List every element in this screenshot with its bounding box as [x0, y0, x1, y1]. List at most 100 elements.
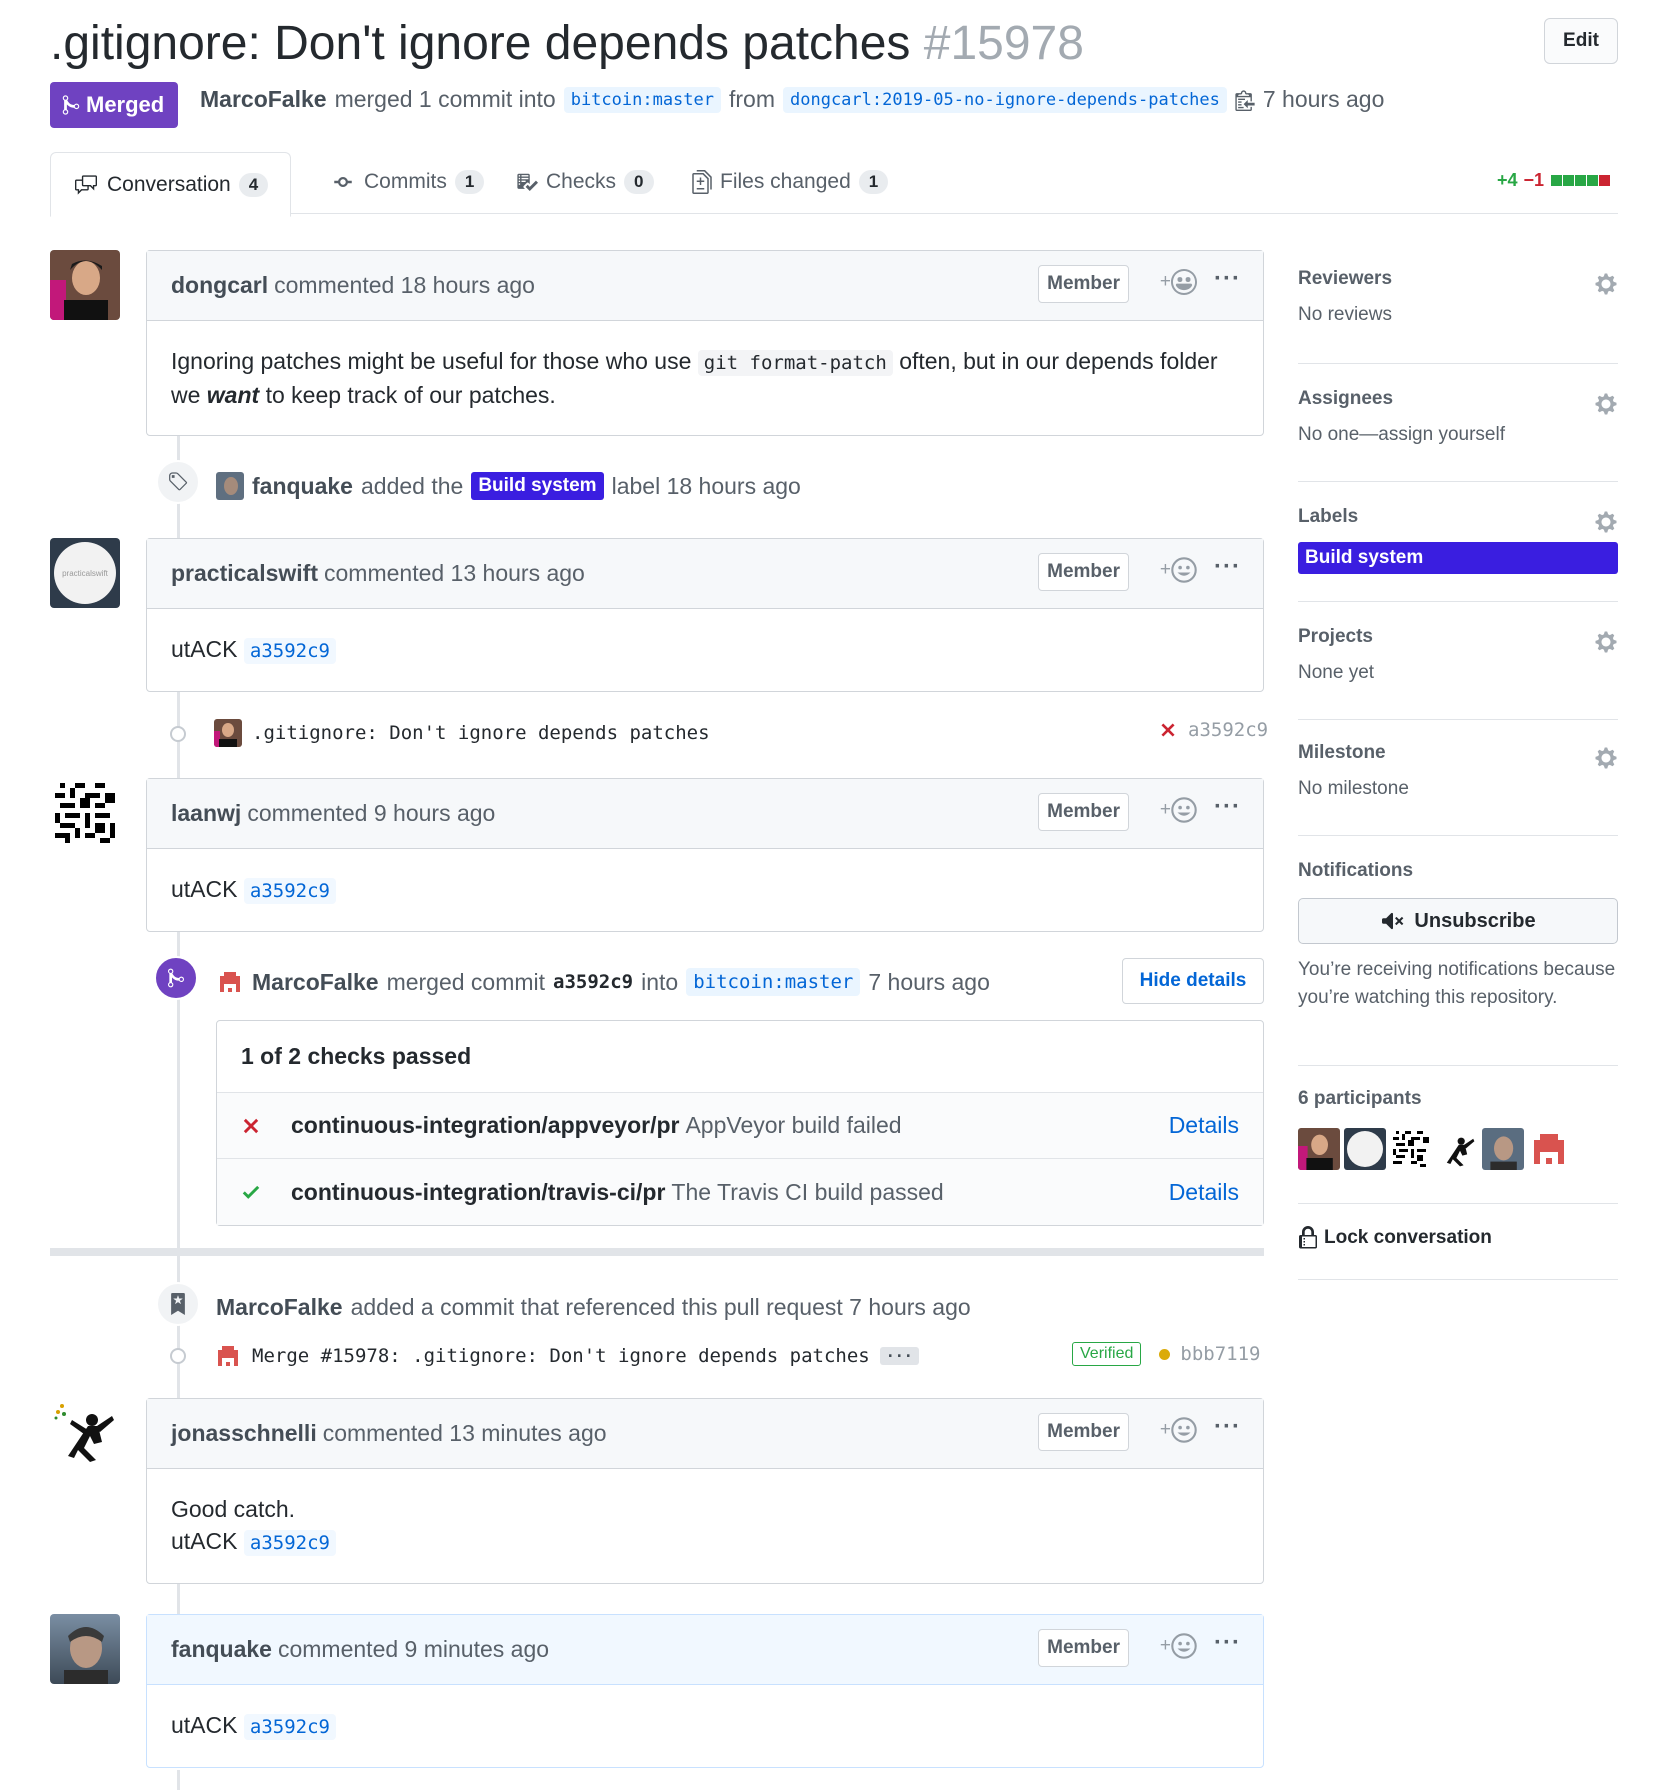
comment-header: dongcarl commented 18 hours ago Member +…	[147, 251, 1263, 321]
gear-icon[interactable]	[1594, 746, 1618, 770]
comment-meta[interactable]: commented 13 minutes ago	[323, 1420, 607, 1447]
event-actor[interactable]: MarcoFalke	[252, 969, 379, 996]
comment-author[interactable]: jonasschnelli	[171, 1420, 317, 1447]
avatar-dongcarl-small[interactable]	[214, 719, 242, 747]
sidebar-labels: Labels Build system	[1298, 506, 1618, 602]
check-details-link[interactable]: Details	[1169, 1179, 1239, 1206]
gear-icon[interactable]	[1594, 392, 1618, 416]
comment-options-button[interactable]: ···	[1214, 1629, 1241, 1657]
comment-options-button[interactable]: ···	[1214, 553, 1241, 581]
clippy-copy-icon[interactable]	[1235, 89, 1255, 111]
tab-count: 1	[454, 170, 485, 194]
gear-icon[interactable]	[1594, 630, 1618, 654]
participant-avatar[interactable]	[1482, 1128, 1524, 1170]
lock-icon	[1299, 1226, 1317, 1249]
comment-options-button[interactable]: ···	[1214, 793, 1241, 821]
comment-meta[interactable]: commented 9 hours ago	[247, 800, 495, 827]
pending-status-dot[interactable]	[1159, 1348, 1171, 1360]
commit-message-link[interactable]: Merge #15978: .gitignore: Don't ignore d…	[252, 1345, 870, 1367]
diffstat-block	[1587, 175, 1598, 186]
pr-title: .gitignore: Don't ignore depends patches…	[50, 16, 1084, 71]
label-build-system[interactable]: Build system	[471, 472, 604, 500]
commit-sha-link[interactable]: a3592c9	[243, 878, 336, 904]
check-details-link[interactable]: Details	[1169, 1112, 1239, 1139]
edit-button[interactable]: Edit	[1544, 18, 1618, 64]
gear-icon[interactable]	[1594, 272, 1618, 296]
add-reaction-button[interactable]: +	[1160, 1417, 1197, 1443]
mute-icon	[1382, 912, 1404, 930]
add-reaction-button[interactable]: +	[1160, 797, 1197, 823]
tab-commits[interactable]: Commits 1	[308, 150, 506, 214]
gear-icon[interactable]	[1594, 510, 1618, 534]
sidebar-title[interactable]: Reviewers	[1298, 268, 1618, 290]
avatar-jonasschnelli[interactable]	[50, 1398, 120, 1468]
body-text: utACK	[171, 876, 238, 902]
verified-badge[interactable]: Verified	[1072, 1342, 1142, 1366]
tab-conversation[interactable]: Conversation 4	[50, 152, 292, 217]
sidebar-participants: 6 participants	[1298, 1088, 1618, 1204]
comment-jonasschnelli: jonasschnelli commented 13 minutes ago M…	[146, 1398, 1264, 1584]
participant-avatar[interactable]	[1344, 1128, 1386, 1170]
sidebar-title[interactable]: Assignees	[1298, 388, 1618, 410]
avatar-fanquake-small[interactable]	[216, 472, 244, 500]
add-reaction-button[interactable]: +	[1160, 1633, 1197, 1659]
tab-count: 1	[858, 170, 889, 194]
event-actor[interactable]: MarcoFalke	[216, 1294, 343, 1321]
tab-files-changed[interactable]: Files changed 1	[670, 150, 910, 214]
add-reaction-button[interactable]: +	[1160, 557, 1197, 583]
sidebar-title[interactable]: Milestone	[1298, 742, 1618, 764]
tab-label: Commits	[364, 170, 447, 193]
commit-sha-link[interactable]: a3592c9	[243, 1714, 336, 1740]
commit-sha[interactable]: bbb7119	[1180, 1343, 1260, 1365]
sidebar-title[interactable]: Labels	[1298, 506, 1618, 528]
hide-details-button[interactable]: Hide details	[1122, 958, 1264, 1004]
label-build-system[interactable]: Build system	[1298, 542, 1618, 574]
commit-sha-link[interactable]: a3592c9	[243, 1530, 336, 1556]
participant-avatar[interactable]	[1436, 1128, 1478, 1170]
comment-meta[interactable]: commented 18 hours ago	[274, 272, 535, 299]
x-fail-icon[interactable]	[1158, 720, 1178, 740]
comment-meta[interactable]: commented 9 minutes ago	[278, 1636, 549, 1663]
check-pass-icon	[242, 1185, 260, 1199]
add-reaction-button[interactable]: +	[1160, 269, 1197, 295]
author-link[interactable]: MarcoFalke	[200, 86, 327, 113]
commit-sha[interactable]: a3592c9	[1188, 719, 1268, 741]
comment-options-button[interactable]: ···	[1214, 265, 1241, 293]
tab-checks[interactable]: Checks 0	[494, 150, 676, 214]
avatar-fanquake[interactable]	[50, 1614, 120, 1684]
head-branch[interactable]: dongcarl:2019-05-no-ignore-depends-patch…	[783, 86, 1227, 113]
assign-yourself-link[interactable]: No one—assign yourself	[1298, 424, 1618, 446]
comment-options-button[interactable]: ···	[1214, 1413, 1241, 1441]
reaction-plus: +	[1159, 1635, 1171, 1656]
diffstat-block	[1575, 175, 1586, 186]
avatar-laanwj[interactable]	[50, 778, 120, 848]
event-time[interactable]: 7 hours ago	[868, 969, 989, 996]
commit-message-link[interactable]: .gitignore: Don't ignore depends patches	[252, 722, 710, 744]
event-actor[interactable]: fanquake	[252, 473, 353, 500]
avatar-dongcarl[interactable]	[50, 250, 120, 320]
avatar-marcofalke-small[interactable]	[216, 968, 244, 996]
comment-author[interactable]: dongcarl	[171, 272, 268, 299]
avatar-practicalswift[interactable]: practicalswift	[50, 538, 120, 608]
comment-meta[interactable]: commented 13 hours ago	[324, 560, 585, 587]
comment-header: jonasschnelli commented 13 minutes ago M…	[147, 1399, 1263, 1469]
base-branch[interactable]: bitcoin:master	[686, 968, 861, 996]
participant-avatar[interactable]	[1390, 1128, 1432, 1170]
avatar-marcofalke-small[interactable]	[214, 1342, 242, 1370]
expand-commit-button[interactable]: ···	[879, 1347, 919, 1365]
comment-author[interactable]: laanwj	[171, 800, 241, 827]
unsubscribe-button[interactable]: Unsubscribe	[1298, 898, 1618, 944]
participant-avatar[interactable]	[1298, 1128, 1340, 1170]
tab-label: Conversation	[107, 172, 231, 196]
sidebar-title[interactable]: Projects	[1298, 626, 1618, 648]
commit-status: Verified bbb7119	[1072, 1342, 1260, 1366]
comment-author[interactable]: fanquake	[171, 1636, 272, 1663]
merge-commit-sha[interactable]: a3592c9	[553, 971, 633, 993]
lock-conversation-link[interactable]: Lock conversation	[1298, 1226, 1618, 1250]
participant-avatar[interactable]	[1528, 1128, 1570, 1170]
commit-sha-link[interactable]: a3592c9	[243, 638, 336, 664]
diffstat[interactable]: +4 −1	[1497, 170, 1610, 191]
base-branch[interactable]: bitcoin:master	[563, 86, 721, 113]
pr-title-text: .gitignore: Don't ignore depends patches	[50, 17, 911, 70]
comment-author[interactable]: practicalswift	[171, 560, 318, 587]
